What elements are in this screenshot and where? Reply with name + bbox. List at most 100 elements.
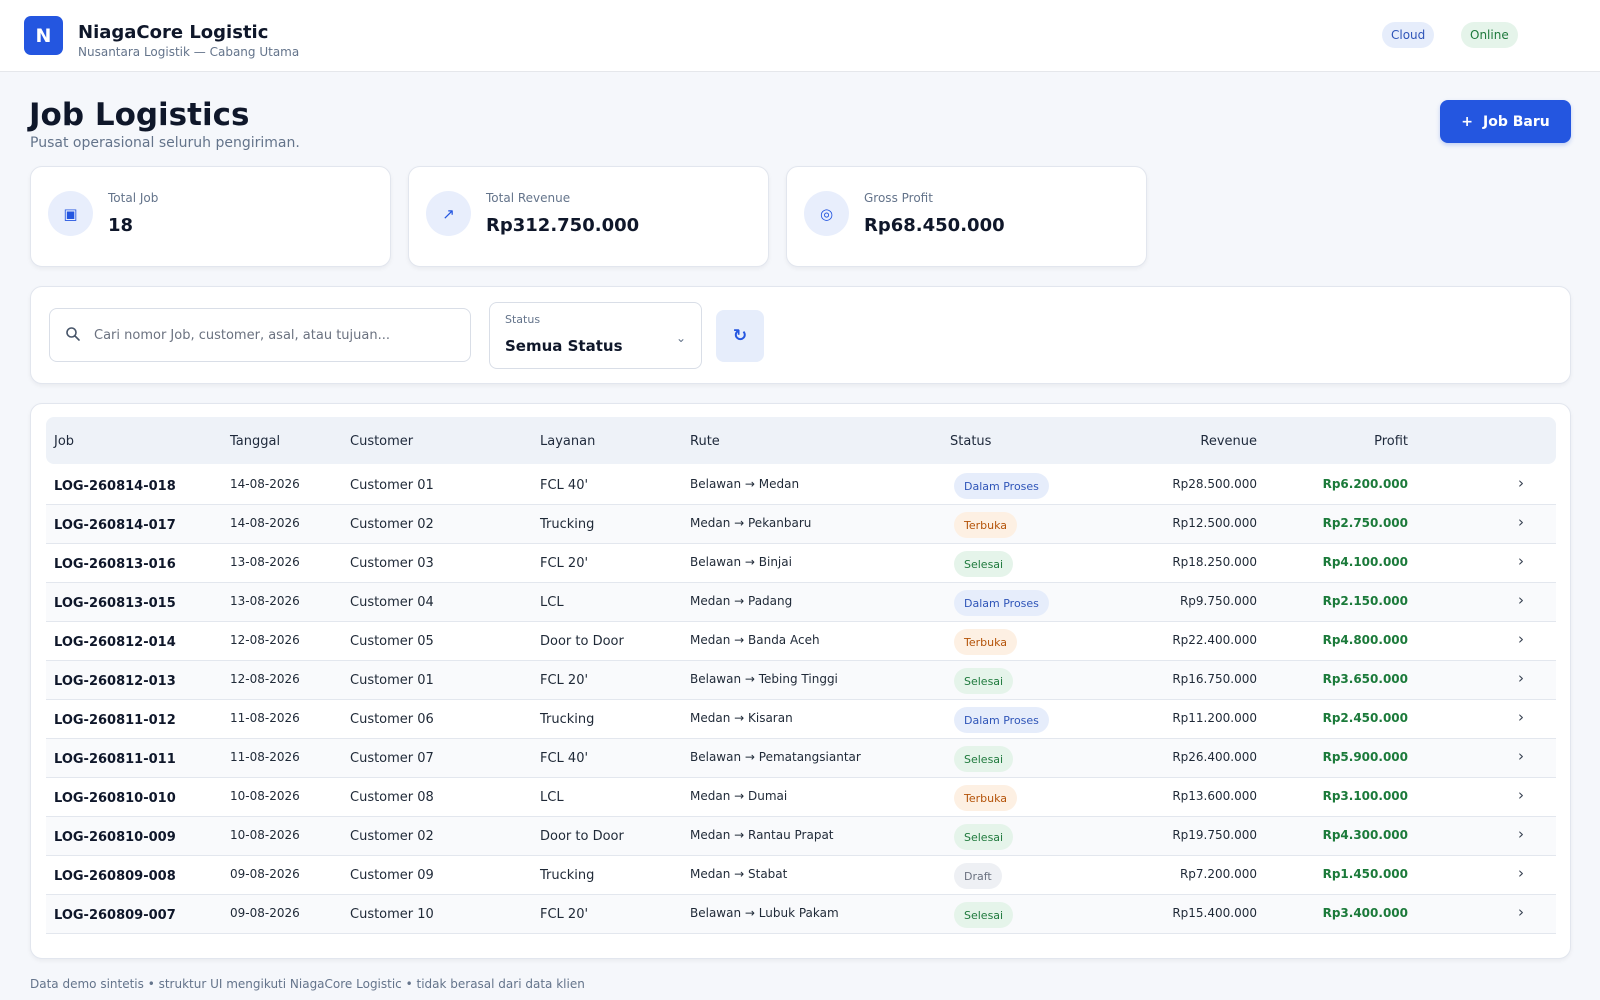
app-title: NiagaCore Logistic — [78, 22, 269, 43]
chevron-right-icon[interactable]: › — [1518, 669, 1524, 687]
table-row[interactable]: LOG-260809-008 09-08-2026 Customer 09 Truck… — [46, 856, 1556, 895]
search-icon — [65, 326, 81, 346]
job-service: Door to Door — [540, 829, 624, 844]
job-date: 09-08-2026 — [230, 867, 300, 881]
job-service: FCL 40' — [540, 751, 589, 766]
status-badge: Terbuka — [954, 512, 1018, 538]
job-customer: Customer 03 — [350, 556, 434, 571]
job-profit: Rp2.750.000 — [1322, 516, 1408, 530]
page-title: Job Logistics — [29, 97, 250, 133]
job-customer: Customer 07 — [350, 751, 434, 766]
chevron-right-icon[interactable]: › — [1518, 864, 1524, 882]
column-header-layanan[interactable]: Layanan — [540, 434, 595, 449]
job-revenue: Rp18.250.000 — [1172, 555, 1257, 569]
job-profit: Rp3.100.000 — [1322, 789, 1408, 803]
column-header-revenue[interactable]: Revenue — [1166, 434, 1257, 449]
status-select-value: Semua Status — [505, 337, 623, 355]
job-revenue: Rp16.750.000 — [1172, 672, 1257, 686]
job-service: Door to Door — [540, 634, 624, 649]
stat-card-total-job: ▣ Total Job 18 — [30, 166, 391, 267]
job-customer: Customer 05 — [350, 634, 434, 649]
chevron-right-icon[interactable]: › — [1518, 474, 1524, 492]
job-date: 10-08-2026 — [230, 789, 300, 803]
online-status-badge: Online — [1461, 22, 1518, 48]
job-number: LOG-260810-009 — [54, 830, 176, 845]
chevron-right-icon[interactable]: › — [1518, 903, 1524, 921]
chevron-right-icon[interactable]: › — [1518, 552, 1524, 570]
job-revenue: Rp12.500.000 — [1172, 516, 1257, 530]
job-service: FCL 20' — [540, 907, 589, 922]
table-row[interactable]: LOG-260814-017 14-08-2026 Customer 02 Truck… — [46, 505, 1556, 544]
column-header-tanggal[interactable]: Tanggal — [230, 434, 280, 449]
job-date: 13-08-2026 — [230, 594, 300, 608]
table-row[interactable]: LOG-260812-014 12-08-2026 Customer 05 Door … — [46, 622, 1556, 661]
chevron-right-icon[interactable]: › — [1518, 786, 1524, 804]
chevron-right-icon[interactable]: › — [1518, 825, 1524, 843]
job-profit: Rp2.150.000 — [1322, 594, 1408, 608]
status-badge: Draft — [954, 863, 1002, 889]
column-header-customer[interactable]: Customer — [350, 434, 413, 449]
column-header-rute[interactable]: Rute — [690, 434, 720, 449]
job-profit: Rp4.300.000 — [1322, 828, 1408, 842]
job-number: LOG-260809-008 — [54, 869, 176, 884]
job-service: Trucking — [540, 517, 595, 532]
trend-up-icon: ↗ — [426, 191, 471, 236]
table-row[interactable]: LOG-260812-013 12-08-2026 Customer 01 FCL 2… — [46, 661, 1556, 700]
new-job-button[interactable]: + Job Baru — [1440, 100, 1571, 143]
footer-note: Data demo sintetis • struktur UI mengiku… — [30, 977, 585, 991]
job-customer: Customer 04 — [350, 595, 434, 610]
column-header-status[interactable]: Status — [950, 434, 991, 449]
job-route: Belawan → Binjai — [690, 555, 792, 569]
search-input[interactable] — [94, 310, 464, 360]
job-customer: Customer 08 — [350, 790, 434, 805]
job-route: Medan → Banda Aceh — [690, 633, 820, 647]
job-date: 11-08-2026 — [230, 750, 300, 764]
app-logo[interactable]: N — [24, 16, 63, 55]
table-row[interactable]: LOG-260811-012 11-08-2026 Customer 06 Truck… — [46, 700, 1556, 739]
job-number: LOG-260814-018 — [54, 479, 176, 494]
job-customer: Customer 06 — [350, 712, 434, 727]
stat-label: Total Revenue — [486, 191, 571, 205]
jobs-table: Job Tanggal Customer Layanan Rute Status… — [30, 403, 1571, 959]
job-date: 13-08-2026 — [230, 555, 300, 569]
refresh-button[interactable]: ↻ — [716, 310, 764, 362]
status-badge: Selesai — [954, 551, 1014, 577]
table-row[interactable]: LOG-260810-010 10-08-2026 Customer 08 LCL Me… — [46, 778, 1556, 817]
chevron-right-icon[interactable]: › — [1518, 630, 1524, 648]
column-header-job[interactable]: Job — [54, 434, 74, 449]
job-revenue: Rp13.600.000 — [1172, 789, 1257, 803]
status-select[interactable]: Status Semua Status ⌄ — [489, 302, 702, 369]
status-badge: Selesai — [954, 902, 1014, 928]
job-number: LOG-260813-015 — [54, 596, 176, 611]
job-profit: Rp4.800.000 — [1322, 633, 1408, 647]
table-row[interactable]: LOG-260813-015 13-08-2026 Customer 04 LCL Me… — [46, 583, 1556, 622]
search-box[interactable] — [49, 308, 471, 362]
status-badge: Selesai — [954, 668, 1014, 694]
job-number: LOG-260813-016 — [54, 557, 176, 572]
job-revenue: Rp22.400.000 — [1172, 633, 1257, 647]
job-date: 10-08-2026 — [230, 828, 300, 842]
job-revenue: Rp19.750.000 — [1172, 828, 1257, 842]
job-customer: Customer 02 — [350, 517, 434, 532]
target-icon: ◎ — [804, 191, 849, 236]
job-date: 14-08-2026 — [230, 516, 300, 530]
job-service: FCL 20' — [540, 673, 589, 688]
table-row[interactable]: LOG-260810-009 10-08-2026 Customer 02 Door … — [46, 817, 1556, 856]
column-header-profit[interactable]: Profit — [1326, 434, 1408, 449]
job-customer: Customer 09 — [350, 868, 434, 883]
table-row[interactable]: LOG-260811-011 11-08-2026 Customer 07 FCL 4… — [46, 739, 1556, 778]
chevron-right-icon[interactable]: › — [1518, 747, 1524, 765]
chevron-right-icon[interactable]: › — [1518, 708, 1524, 726]
job-profit: Rp5.900.000 — [1322, 750, 1408, 764]
table-row[interactable]: LOG-260813-016 13-08-2026 Customer 03 FCL 2… — [46, 544, 1556, 583]
status-badge: Dalam Proses — [954, 473, 1049, 499]
job-profit: Rp2.450.000 — [1322, 711, 1408, 725]
job-number: LOG-260814-017 — [54, 518, 176, 533]
table-row[interactable]: LOG-260814-018 14-08-2026 Customer 01 FCL 4… — [46, 466, 1556, 505]
chevron-right-icon[interactable]: › — [1518, 513, 1524, 531]
table-row[interactable]: LOG-260809-007 09-08-2026 Customer 10 FCL 2… — [46, 895, 1556, 934]
job-customer: Customer 10 — [350, 907, 434, 922]
chevron-right-icon[interactable]: › — [1518, 591, 1524, 609]
plus-icon: + — [1461, 113, 1473, 130]
job-number: LOG-260811-012 — [54, 713, 176, 728]
